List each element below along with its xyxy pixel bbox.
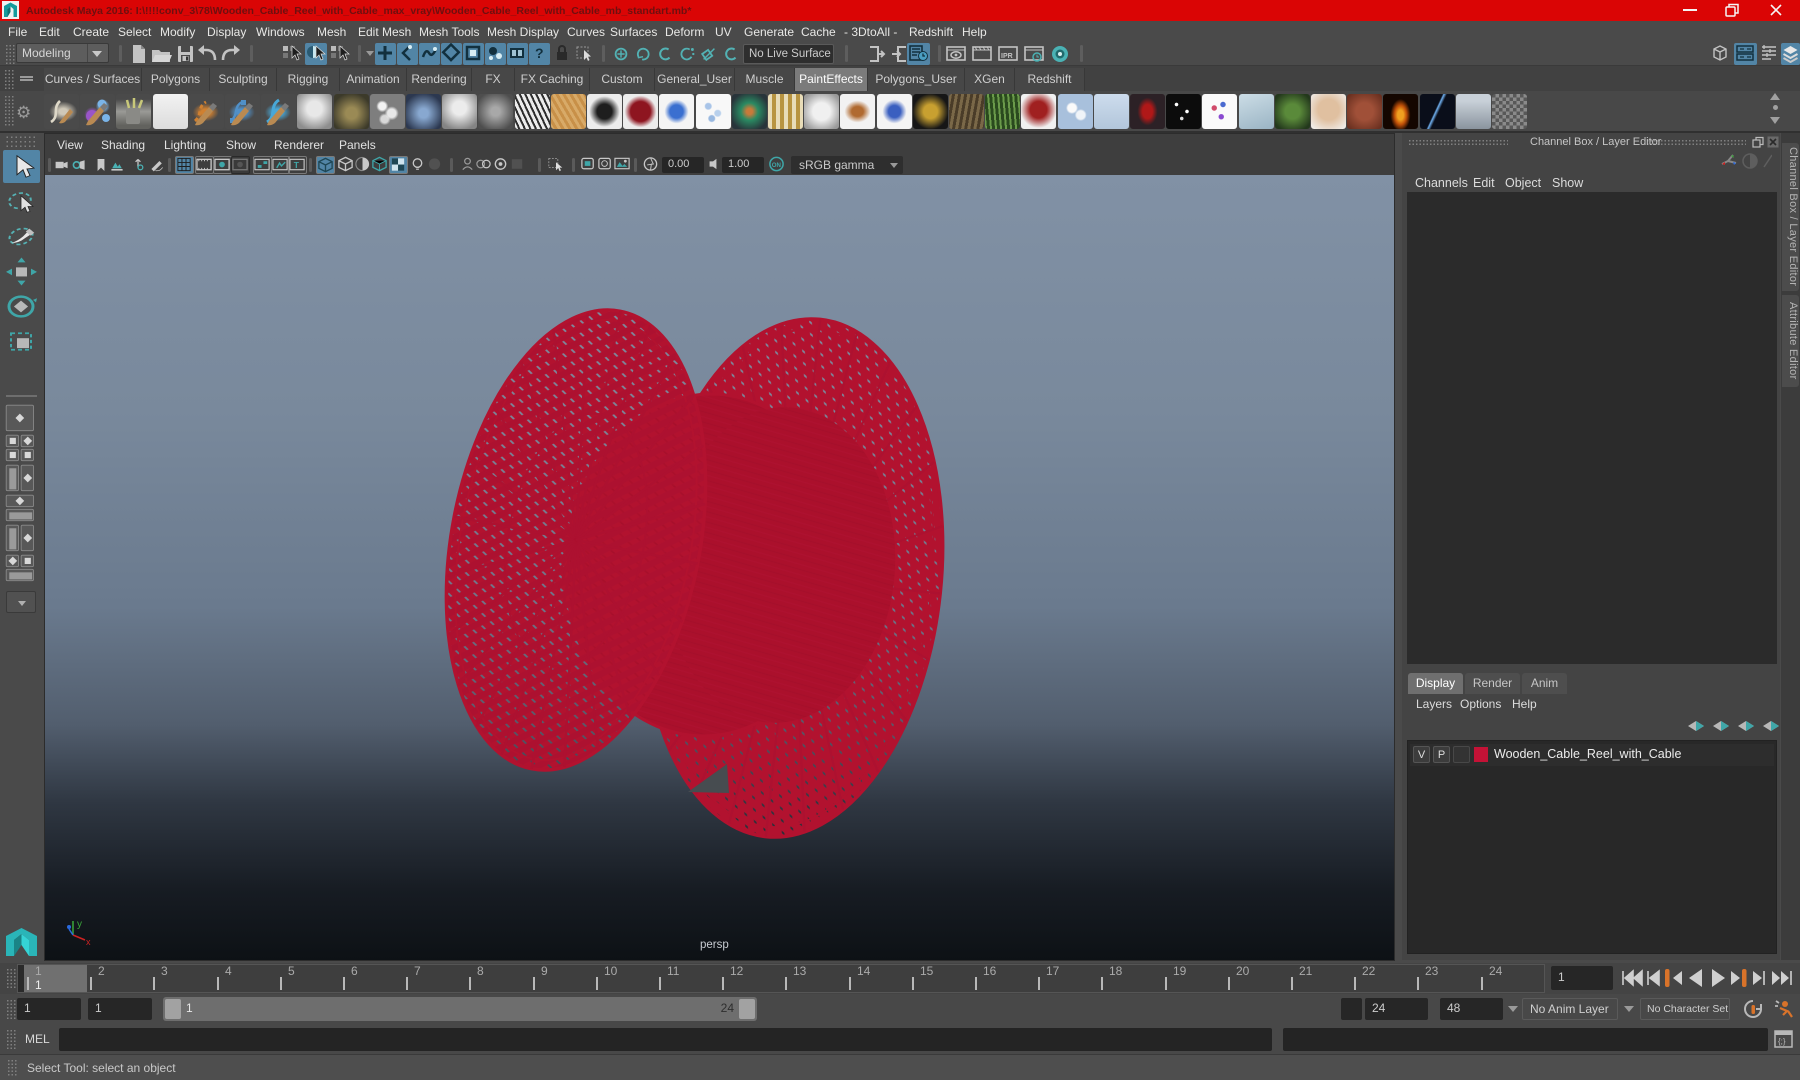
- svg-text:T: T: [294, 160, 300, 170]
- svg-text:persp: persp: [700, 939, 729, 951]
- svg-text:ON: ON: [772, 162, 782, 169]
- svg-text:x: x: [86, 937, 91, 947]
- svg-text:{;}: {;}: [1778, 1037, 1786, 1046]
- svg-text:y: y: [77, 919, 82, 930]
- svg-text:IPR: IPR: [1001, 53, 1013, 60]
- svg-text:?: ?: [535, 45, 544, 61]
